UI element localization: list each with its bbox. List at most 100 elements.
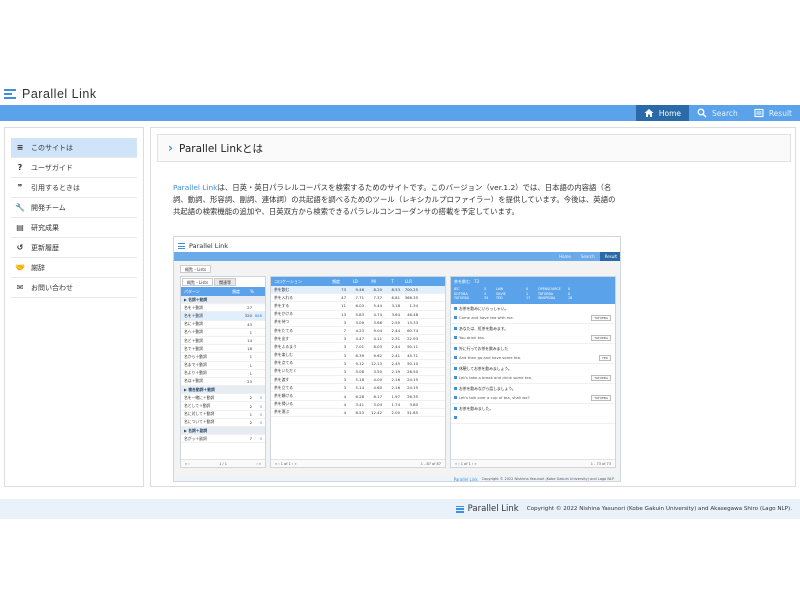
corpus-tag: TATOEBA: [591, 314, 611, 321]
table-row[interactable]: 茶を持つ 3 3.09 3.66 2.55 13.33: [271, 319, 445, 327]
preview-example-pane: 茶を飲む 73 JEC 5 LAW 0 OPENSOURCE 0 KOTOBA 3 SILVIE…: [450, 276, 616, 468]
list-item[interactable]: あなたは、紅茶を飲みます。 You drink tea. TATOEBA: [451, 324, 615, 344]
page-footer: Parallel Link Copyright © 2022 Nishina Y…: [0, 499, 800, 519]
top-navbar: Home Search Result: [0, 105, 800, 121]
corpus-tag: TED: [598, 354, 611, 361]
table-row[interactable]: 茶をふるまう 3 7.01 8.03 2.44 50.11: [271, 343, 445, 352]
table-row[interactable]: 名を＋動詞 320 888: [181, 312, 265, 321]
sidebar-item-label: 研究成果: [31, 223, 59, 232]
nav-home[interactable]: Home: [635, 105, 690, 121]
table-row[interactable]: 名について＋動詞 2 5: [181, 419, 265, 427]
table-row[interactable]: 名と＋動詞 14: [181, 337, 265, 346]
preview-subtabs: 概覧・Lists 関連等: [182, 278, 264, 286]
table-row[interactable]: 名で＋動詞 18: [181, 345, 265, 354]
table-row[interactable]: 茶を楽しむ 3 6.39 9.62 2.41 45.71: [271, 352, 445, 360]
bullet-icon: [454, 315, 457, 319]
menu-lines-icon: [455, 505, 464, 513]
chevron-right-icon: ›: [168, 141, 173, 155]
table-row[interactable]: 茶をいただく 3 5.08 3.50 2.19 28.50: [271, 368, 445, 377]
preview-title: Parallel Link: [189, 242, 229, 250]
sidebar-item-research[interactable]: ▤ 研究成果: [11, 218, 137, 238]
sidebar-item-user-guide[interactable]: ? ユーザガイド: [11, 158, 137, 178]
table-row[interactable]: 名を一緒に＋動詞 2 5: [181, 394, 265, 403]
site-brand[interactable]: Parallel Link: [4, 86, 97, 102]
preview-subtab: 概覧・Lists: [182, 278, 214, 286]
bullet-icon: [454, 306, 457, 310]
table-row[interactable]: 茶を飲む 73 9.46 8.20 8.53 700.25: [271, 286, 445, 295]
copyright: Copyright © 2022 Nishina Yasunori (Kobe …: [526, 506, 792, 512]
quote-icon: ❞: [17, 183, 23, 192]
sidebar-item-acknowledgements[interactable]: 🤝 謝辞: [11, 258, 137, 278]
table-row[interactable]: 名がッ＋副詞 7 5: [181, 435, 265, 444]
list-item[interactable]: お茶を飲みにいらっしゃい。 Come and have tea with me. T…: [451, 304, 615, 324]
preview-tab: 概覧・Lists: [180, 265, 212, 273]
site-title: Parallel Link: [22, 87, 97, 101]
table-row[interactable]: 茶を立てる 3 5.14 4.60 2.16 24.15: [271, 384, 445, 393]
table-row[interactable]: 名より＋動詞 1: [181, 370, 265, 378]
question-icon: ?: [17, 163, 23, 172]
sidebar-item-contact[interactable]: ✉ お問い合わせ: [11, 278, 137, 298]
nav-result[interactable]: Result: [746, 105, 800, 121]
bullet-icon: [454, 415, 457, 419]
sidebar-item-label: お問い合わせ: [31, 283, 73, 292]
table-row[interactable]: 名に＋動詞 43: [181, 321, 265, 329]
menu-lines-icon: [178, 243, 185, 249]
table-row[interactable]: 名に対して＋動詞 1 5: [181, 411, 265, 419]
nav-links: Home Search Result: [635, 105, 800, 121]
table-row[interactable]: 茶をたてる 7 4.23 9.04 2.44 60.74: [271, 327, 445, 336]
list-item[interactable]: お茶を飲みながら話しましょう。 Let's talk over a cup of …: [451, 384, 615, 404]
footer-brand: Parallel Link: [455, 504, 519, 514]
table-row[interactable]: ▶ 名詞＋動詞: [181, 296, 265, 305]
preview-brand: Parallel Link: [178, 242, 228, 250]
table-row[interactable]: ▶ 複合動詞＋動詞: [181, 386, 265, 395]
bullet-icon: [454, 386, 457, 390]
sidebar-item-label: このサイトは: [31, 143, 73, 152]
table-row[interactable]: 茶をする 11 6.03 5.44 3.18 1.34: [271, 302, 445, 311]
table-row[interactable]: 茶を運ぶ 4 6.53 12.42 2.00 51.85: [271, 409, 445, 417]
table-row[interactable]: 茶を点てる 3 9.12 12.13 2.45 50.10: [271, 360, 445, 368]
table-row[interactable]: 茶を入れる 47 7.71 7.37 6.81 366.35: [271, 294, 445, 303]
sidebar-item-history[interactable]: ↺ 更新履歴: [11, 238, 137, 258]
intro-text: は、日英・英日パラレルコーパスを検索するためのサイトです。このバージョン（ver…: [173, 183, 616, 217]
table-row[interactable]: 名を＋動詞 27: [181, 304, 265, 313]
table-row[interactable]: 茶を渡す 3 5.18 4.00 2.16 24.15: [271, 376, 445, 385]
preview-nav-result: Result: [599, 252, 620, 261]
preview-body: 概覧・Lists 概覧・Lists 関連等 パターン 頻度 % ▶ 名詞＋動詞名…: [174, 261, 620, 481]
menu-lines-icon: [4, 89, 16, 99]
sidebar-item-dev-team[interactable]: 🔧 開発チーム: [11, 198, 137, 218]
sidebar-item-label: 引用するときは: [31, 183, 80, 192]
bullet-icon: [454, 366, 457, 370]
corpus-tag: TATOEBA: [591, 374, 611, 381]
preview-subtab: 関連等: [214, 278, 237, 286]
table-row[interactable]: 茶を頼ける 4 6.28 6.17 1.97 26.35: [271, 392, 445, 401]
nav-search[interactable]: Search: [689, 105, 746, 121]
bullet-icon: [454, 395, 457, 399]
table-row[interactable]: 名は＋動詞 23: [181, 378, 265, 387]
preview-nav-home: Home: [559, 254, 571, 259]
wrench-icon: 🔧: [15, 203, 25, 212]
sidebar: ≡ このサイトは ? ユーザガイド ❞ 引用するときは 🔧 開発チーム ▤ 研究…: [4, 127, 144, 487]
table-row[interactable]: 名として＋動詞 2 5: [181, 402, 265, 411]
table-row[interactable]: 名へ＋動詞 1: [181, 329, 265, 337]
table-row[interactable]: ▶ 名詞＋副詞: [181, 427, 265, 436]
table-row[interactable]: 名から＋動詞 1: [181, 353, 265, 362]
sidebar-item-about[interactable]: ≡ このサイトは: [11, 138, 137, 158]
main-content: › Parallel Linkとは Parallel Link は、日英・英日パラ…: [150, 127, 796, 487]
table-row[interactable]: 茶を出す 3 4.47 4.11 2.31 22.93: [271, 335, 445, 344]
result-icon: [754, 108, 764, 118]
table-row[interactable]: 茶を掃いる 4 3.41 3.04 1.74 3.80: [271, 401, 445, 409]
list-item[interactable]: 休憩してお茶を飲みましょう。 Let's take a break and dri…: [451, 364, 615, 384]
preview-pattern-header: パターン 頻度 %: [181, 287, 265, 296]
sidebar-item-citation[interactable]: ❞ 引用するときは: [11, 178, 137, 198]
corpus-tag: TATOEBA: [591, 394, 611, 401]
page-title: Parallel Linkとは: [178, 142, 264, 155]
preview-pattern-pager: « ‹ 1 / 1 › »: [181, 459, 265, 467]
bullet-icon: [454, 326, 457, 330]
list-icon: ≡: [16, 143, 24, 152]
history-icon: ↺: [16, 243, 24, 252]
list-item[interactable]: お茶を飲みました。: [451, 404, 615, 424]
table-row[interactable]: 茶をかける 13 5.83 4.74 3.64 46.48: [271, 311, 445, 319]
table-row[interactable]: 名まで＋動詞 1: [181, 362, 265, 370]
list-item[interactable]: 外に行ってお茶を飲みました And then go and have some t…: [451, 344, 615, 364]
nav-search-label: Search: [712, 108, 738, 118]
